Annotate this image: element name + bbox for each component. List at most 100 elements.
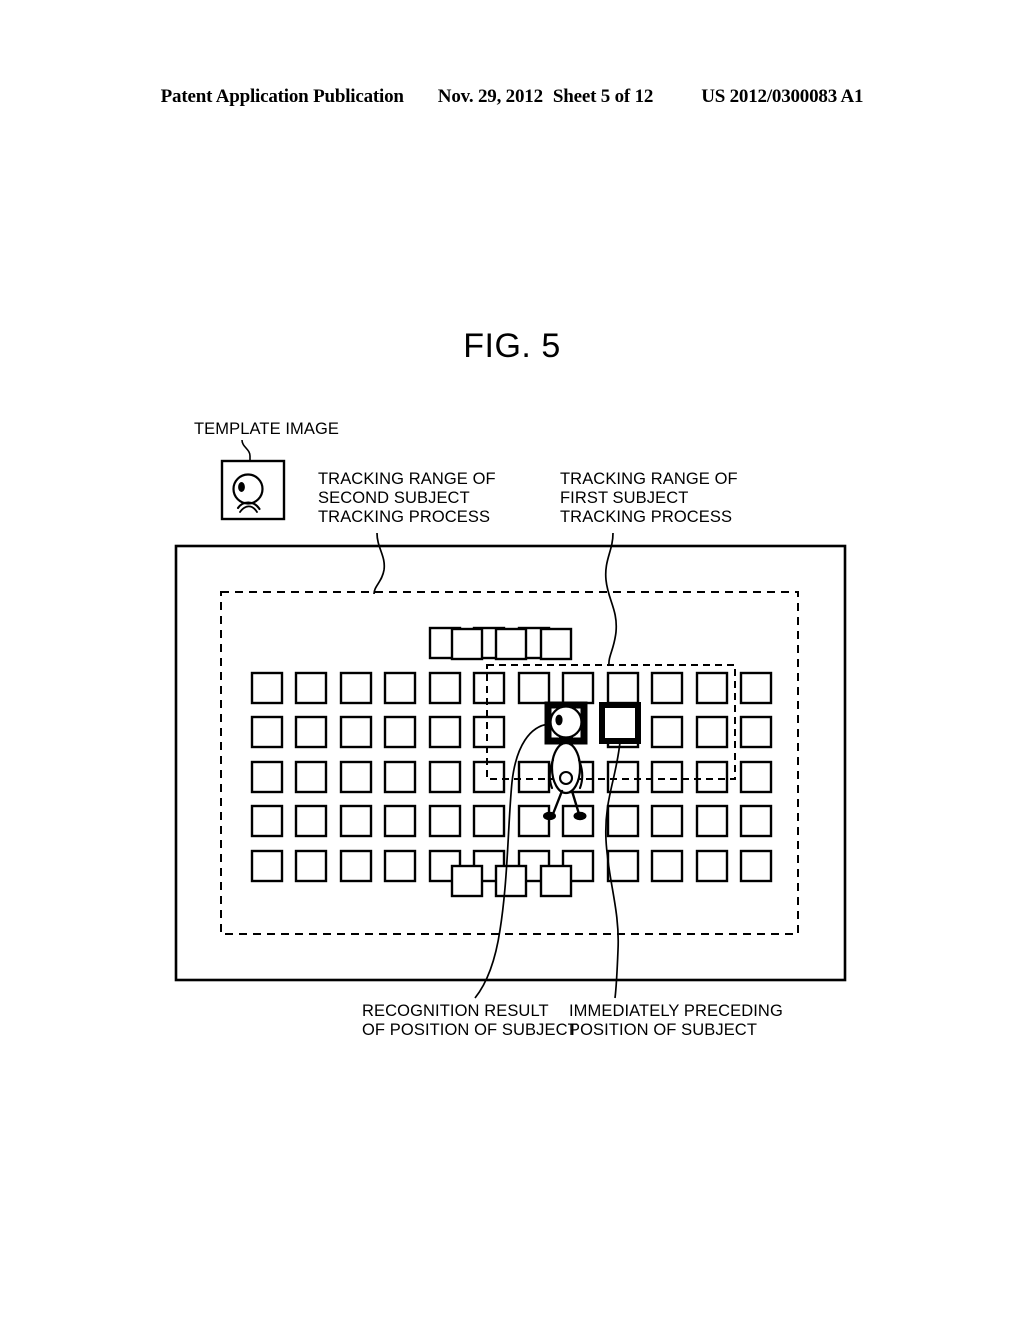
af-cell <box>428 849 462 883</box>
af-cell <box>606 671 640 705</box>
af-cell <box>695 804 729 838</box>
af-cell <box>606 804 640 838</box>
second-subject-tracking-range <box>220 591 799 935</box>
af-cell <box>250 760 284 794</box>
immediately-preceding-cell <box>599 702 641 744</box>
recognition-result-label-line2: OF POSITION OF SUBJECT <box>362 1021 578 1039</box>
af-cell <box>339 804 373 838</box>
af-cell <box>294 715 328 749</box>
af-cell <box>739 849 773 883</box>
af-cell <box>606 715 640 749</box>
af-cell <box>650 671 684 705</box>
af-cell <box>517 760 551 794</box>
first-tracking-range-label-line3: TRACKING PROCESS <box>560 508 733 526</box>
figure-5-drawing <box>174 439 847 999</box>
figure-title: FIG. 5 <box>463 327 561 365</box>
af-cell <box>606 760 640 794</box>
af-cell <box>517 626 551 660</box>
af-cell <box>739 671 773 705</box>
af-cell <box>250 849 284 883</box>
af-cell <box>739 760 773 794</box>
af-cell <box>472 626 506 660</box>
patent-number: US 2012/0300083 A1 <box>701 86 864 107</box>
af-cell <box>695 715 729 749</box>
af-cell <box>517 804 551 838</box>
af-cell <box>539 627 573 661</box>
af-cell <box>450 627 484 661</box>
af-cell <box>383 715 417 749</box>
af-cell <box>561 760 595 794</box>
af-cell <box>383 849 417 883</box>
sheet-number: Sheet 5 of 12 <box>552 86 654 107</box>
af-cell <box>294 671 328 705</box>
af-cell <box>650 760 684 794</box>
publication-label: Patent Application Publication <box>160 86 404 107</box>
af-cell <box>517 849 551 883</box>
af-cell <box>428 804 462 838</box>
af-cell <box>383 760 417 794</box>
af-point-grid <box>250 626 773 883</box>
af-cell <box>339 849 373 883</box>
first-tracking-range-leader <box>604 532 618 667</box>
template-image-leader <box>241 439 251 461</box>
af-cell <box>650 715 684 749</box>
af-cell <box>450 864 484 898</box>
af-cell <box>383 804 417 838</box>
af-cell <box>739 804 773 838</box>
af-cell <box>428 715 462 749</box>
af-cell <box>428 671 462 705</box>
af-point-grid-top-row <box>450 627 573 661</box>
af-cell <box>494 627 528 661</box>
af-cell <box>695 671 729 705</box>
af-cell <box>739 715 773 749</box>
preceding-position-leader <box>604 741 621 999</box>
af-cell <box>339 760 373 794</box>
preceding-position-label-line1: IMMEDIATELY PRECEDING <box>569 1002 783 1020</box>
af-cell <box>294 804 328 838</box>
first-tracking-range-label-line2: FIRST SUBJECT <box>560 489 689 507</box>
preceding-position-label-line2: POSITION OF SUBJECT <box>569 1021 758 1039</box>
af-cell <box>294 760 328 794</box>
af-cell <box>695 760 729 794</box>
second-tracking-range-label-line2: SECOND SUBJECT <box>318 489 470 507</box>
second-tracking-range-label-line3: TRACKING PROCESS <box>318 508 491 526</box>
af-cell <box>517 671 551 705</box>
af-cell <box>339 671 373 705</box>
publication-date: Nov. 29, 2012 <box>437 86 543 107</box>
af-cell <box>650 804 684 838</box>
af-cell <box>339 715 373 749</box>
af-cell <box>250 715 284 749</box>
af-cell <box>539 864 573 898</box>
first-tracking-range-label-line1: TRACKING RANGE OF <box>560 470 738 488</box>
subject-stick-figure <box>543 705 587 821</box>
recognition-result-leader <box>474 723 550 999</box>
recognition-result-cell <box>544 701 588 745</box>
af-cell <box>494 864 528 898</box>
af-cell <box>428 626 462 660</box>
af-cell <box>561 849 595 883</box>
af-cell <box>472 849 506 883</box>
af-cell <box>250 804 284 838</box>
template-image-label: TEMPLATE IMAGE <box>194 420 340 438</box>
af-cell <box>428 760 462 794</box>
af-point-grid-bottom-row <box>450 864 573 898</box>
af-cell <box>561 671 595 705</box>
af-cell <box>695 849 729 883</box>
second-tracking-range-leader <box>373 532 386 595</box>
af-cell <box>250 671 284 705</box>
af-cell <box>472 760 506 794</box>
af-cell <box>294 849 328 883</box>
af-cell <box>606 849 640 883</box>
af-cell <box>383 671 417 705</box>
af-cell <box>650 849 684 883</box>
template-image-thumbnail <box>220 459 286 521</box>
af-cell <box>472 671 506 705</box>
af-cell <box>561 804 595 838</box>
af-cell <box>472 715 506 749</box>
af-cell <box>472 804 506 838</box>
image-frame <box>174 544 847 982</box>
first-subject-tracking-range <box>486 664 736 780</box>
patent-header: Patent Application Publication Nov. 29, … <box>0 86 1024 108</box>
recognition-result-label-line1: RECOGNITION RESULT <box>362 1002 549 1020</box>
second-tracking-range-label-line1: TRACKING RANGE OF <box>318 470 496 488</box>
